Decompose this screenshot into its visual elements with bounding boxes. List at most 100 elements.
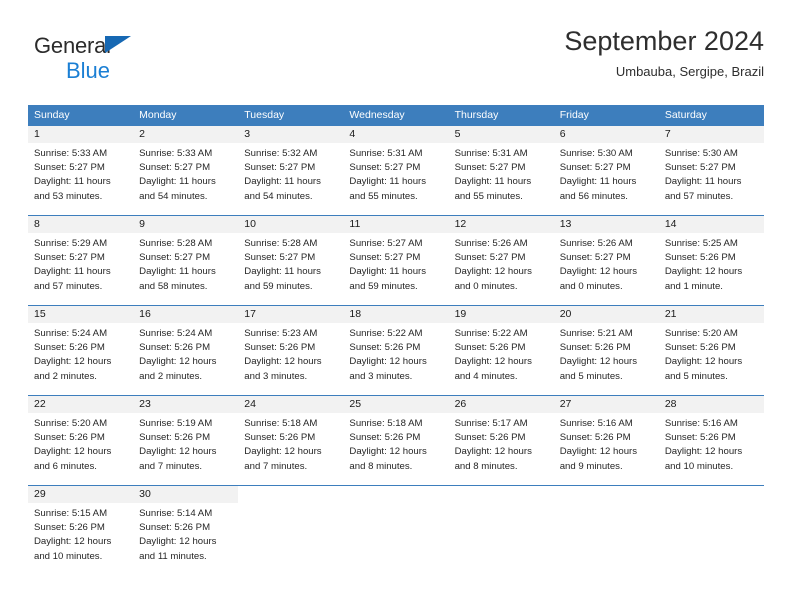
day-cell[interactable]: 11 Sunrise: 5:27 AM Sunset: 5:27 PM Dayl…	[343, 216, 449, 305]
day-info: Sunrise: 5:18 AM Sunset: 5:26 PM Dayligh…	[238, 413, 343, 474]
daylight-text: Daylight: 12 hours and 2 minutes.	[34, 356, 112, 382]
sunset-text: Sunset: 5:27 PM	[454, 162, 526, 174]
daylight-text: Daylight: 12 hours and 3 minutes.	[349, 356, 427, 382]
day-number: 7	[658, 126, 764, 143]
weekday-header-row: Sunday Monday Tuesday Wednesday Thursday…	[28, 105, 764, 125]
day-number	[238, 486, 344, 503]
generalblue-logo[interactable]: General Blue	[34, 34, 214, 90]
weekday-header-saturday: Saturday	[664, 109, 707, 121]
day-cell[interactable]: 8 Sunrise: 5:29 AM Sunset: 5:27 PM Dayli…	[28, 216, 134, 305]
day-cell[interactable]: 16 Sunrise: 5:24 AM Sunset: 5:26 PM Dayl…	[133, 306, 239, 395]
sunrise-text: Sunrise: 5:15 AM	[34, 508, 108, 519]
daylight-text: Daylight: 12 hours and 7 minutes.	[244, 446, 322, 472]
sunrise-text: Sunrise: 5:24 AM	[34, 328, 108, 339]
daylight-text: Daylight: 12 hours and 8 minutes.	[454, 446, 532, 472]
page-header: General Blue September 2024 Umbauba, Ser…	[28, 24, 764, 98]
daylight-text: Daylight: 11 hours and 56 minutes.	[559, 176, 637, 202]
day-cell[interactable]: 30 Sunrise: 5:14 AM Sunset: 5:26 PM Dayl…	[133, 486, 239, 574]
logo-triangle-icon	[105, 36, 131, 53]
day-info: Sunrise: 5:22 AM Sunset: 5:26 PM Dayligh…	[343, 323, 448, 384]
day-info: Sunrise: 5:30 AM Sunset: 5:27 PM Dayligh…	[659, 143, 764, 204]
daylight-text: Daylight: 12 hours and 11 minutes.	[139, 536, 217, 562]
day-cell[interactable]: 17 Sunrise: 5:23 AM Sunset: 5:26 PM Dayl…	[238, 306, 344, 395]
sunset-text: Sunset: 5:27 PM	[34, 162, 105, 174]
sunset-text: Sunset: 5:26 PM	[559, 432, 631, 444]
day-cell[interactable]: 15 Sunrise: 5:24 AM Sunset: 5:26 PM Dayl…	[28, 306, 134, 395]
day-cell[interactable]: 1 Sunrise: 5:33 AM Sunset: 5:27 PM Dayli…	[28, 126, 134, 215]
day-cell[interactable]: 20 Sunrise: 5:21 AM Sunset: 5:26 PM Dayl…	[553, 306, 659, 395]
sunset-text: Sunset: 5:27 PM	[349, 162, 421, 174]
sunset-text: Sunset: 5:26 PM	[244, 432, 316, 444]
day-info: Sunrise: 5:28 AM Sunset: 5:27 PM Dayligh…	[133, 233, 238, 294]
day-cell[interactable]: 4 Sunrise: 5:31 AM Sunset: 5:27 PM Dayli…	[343, 126, 449, 215]
sunrise-text: Sunrise: 5:19 AM	[139, 418, 213, 429]
day-cell-empty	[238, 486, 344, 574]
daylight-text: Daylight: 12 hours and 2 minutes.	[139, 356, 217, 382]
day-info: Sunrise: 5:19 AM Sunset: 5:26 PM Dayligh…	[133, 413, 238, 474]
sunrise-text: Sunrise: 5:28 AM	[244, 238, 318, 249]
day-cell[interactable]: 22 Sunrise: 5:20 AM Sunset: 5:26 PM Dayl…	[28, 396, 134, 485]
sunset-text: Sunset: 5:27 PM	[559, 162, 631, 174]
sunset-text: Sunset: 5:26 PM	[34, 522, 105, 534]
day-cell[interactable]: 24 Sunrise: 5:18 AM Sunset: 5:26 PM Dayl…	[238, 396, 344, 485]
day-cell[interactable]: 7 Sunrise: 5:30 AM Sunset: 5:27 PM Dayli…	[658, 126, 764, 215]
day-cell[interactable]: 6 Sunrise: 5:30 AM Sunset: 5:27 PM Dayli…	[553, 126, 659, 215]
day-cell-empty	[448, 486, 554, 574]
day-cell[interactable]: 21 Sunrise: 5:20 AM Sunset: 5:26 PM Dayl…	[658, 306, 764, 395]
day-number: 25	[343, 396, 449, 413]
sunrise-text: Sunrise: 5:22 AM	[454, 328, 528, 339]
day-number: 5	[448, 126, 554, 143]
sunrise-text: Sunrise: 5:16 AM	[559, 418, 633, 429]
calendar-week-row: 1 Sunrise: 5:33 AM Sunset: 5:27 PM Dayli…	[28, 125, 764, 215]
daylight-text: Daylight: 12 hours and 3 minutes.	[244, 356, 322, 382]
day-cell[interactable]: 5 Sunrise: 5:31 AM Sunset: 5:27 PM Dayli…	[448, 126, 554, 215]
day-cell[interactable]: 27 Sunrise: 5:16 AM Sunset: 5:26 PM Dayl…	[553, 396, 659, 485]
day-cell[interactable]: 3 Sunrise: 5:32 AM Sunset: 5:27 PM Dayli…	[238, 126, 344, 215]
day-number: 9	[133, 216, 239, 233]
day-number	[448, 486, 554, 503]
day-number: 2	[133, 126, 239, 143]
daylight-text: Daylight: 12 hours and 10 minutes.	[34, 536, 112, 562]
weekday-header-friday: Friday	[559, 109, 589, 121]
day-cell[interactable]: 10 Sunrise: 5:28 AM Sunset: 5:27 PM Dayl…	[238, 216, 344, 305]
day-info: Sunrise: 5:31 AM Sunset: 5:27 PM Dayligh…	[449, 143, 554, 204]
sunset-text: Sunset: 5:26 PM	[139, 522, 211, 534]
day-number: 13	[553, 216, 659, 233]
sunset-text: Sunset: 5:27 PM	[139, 252, 211, 264]
day-cell[interactable]: 28 Sunrise: 5:16 AM Sunset: 5:26 PM Dayl…	[658, 396, 764, 485]
sunrise-text: Sunrise: 5:33 AM	[34, 148, 108, 159]
day-cell[interactable]: 14 Sunrise: 5:25 AM Sunset: 5:26 PM Dayl…	[658, 216, 764, 305]
day-info: Sunrise: 5:21 AM Sunset: 5:26 PM Dayligh…	[554, 323, 659, 384]
sunrise-text: Sunrise: 5:20 AM	[34, 418, 108, 429]
day-cell[interactable]: 26 Sunrise: 5:17 AM Sunset: 5:26 PM Dayl…	[448, 396, 554, 485]
weekday-header-sunday: Sunday	[34, 109, 70, 121]
day-cell[interactable]: 25 Sunrise: 5:18 AM Sunset: 5:26 PM Dayl…	[343, 396, 449, 485]
day-cell[interactable]: 19 Sunrise: 5:22 AM Sunset: 5:26 PM Dayl…	[448, 306, 554, 395]
day-cell[interactable]: 23 Sunrise: 5:19 AM Sunset: 5:26 PM Dayl…	[133, 396, 239, 485]
sunset-text: Sunset: 5:26 PM	[34, 342, 105, 354]
daylight-text: Daylight: 11 hours and 57 minutes.	[34, 266, 111, 292]
day-number: 22	[28, 396, 134, 413]
sunrise-text: Sunrise: 5:25 AM	[664, 238, 738, 249]
sunrise-text: Sunrise: 5:18 AM	[244, 418, 318, 429]
day-info: Sunrise: 5:30 AM Sunset: 5:27 PM Dayligh…	[554, 143, 659, 204]
calendar-week-row: 15 Sunrise: 5:24 AM Sunset: 5:26 PM Dayl…	[28, 305, 764, 395]
daylight-text: Daylight: 12 hours and 10 minutes.	[664, 446, 743, 472]
logo-text-blue: Blue	[66, 58, 111, 83]
weekday-header-thursday: Thursday	[454, 109, 499, 121]
day-cell[interactable]: 29 Sunrise: 5:15 AM Sunset: 5:26 PM Dayl…	[28, 486, 134, 574]
sunrise-text: Sunrise: 5:26 AM	[559, 238, 633, 249]
day-info: Sunrise: 5:27 AM Sunset: 5:27 PM Dayligh…	[343, 233, 448, 294]
day-cell[interactable]: 12 Sunrise: 5:26 AM Sunset: 5:27 PM Dayl…	[448, 216, 554, 305]
day-info: Sunrise: 5:16 AM Sunset: 5:26 PM Dayligh…	[554, 413, 659, 474]
day-cell[interactable]: 2 Sunrise: 5:33 AM Sunset: 5:27 PM Dayli…	[133, 126, 239, 215]
day-number: 8	[28, 216, 134, 233]
day-info: Sunrise: 5:29 AM Sunset: 5:27 PM Dayligh…	[28, 233, 133, 294]
day-cell[interactable]: 18 Sunrise: 5:22 AM Sunset: 5:26 PM Dayl…	[343, 306, 449, 395]
calendar-week-row: 29 Sunrise: 5:15 AM Sunset: 5:26 PM Dayl…	[28, 485, 764, 574]
weekday-header-monday: Monday	[139, 109, 177, 121]
day-info: Sunrise: 5:23 AM Sunset: 5:26 PM Dayligh…	[238, 323, 343, 384]
sunrise-text: Sunrise: 5:22 AM	[349, 328, 423, 339]
day-cell[interactable]: 13 Sunrise: 5:26 AM Sunset: 5:27 PM Dayl…	[553, 216, 659, 305]
day-cell[interactable]: 9 Sunrise: 5:28 AM Sunset: 5:27 PM Dayli…	[133, 216, 239, 305]
